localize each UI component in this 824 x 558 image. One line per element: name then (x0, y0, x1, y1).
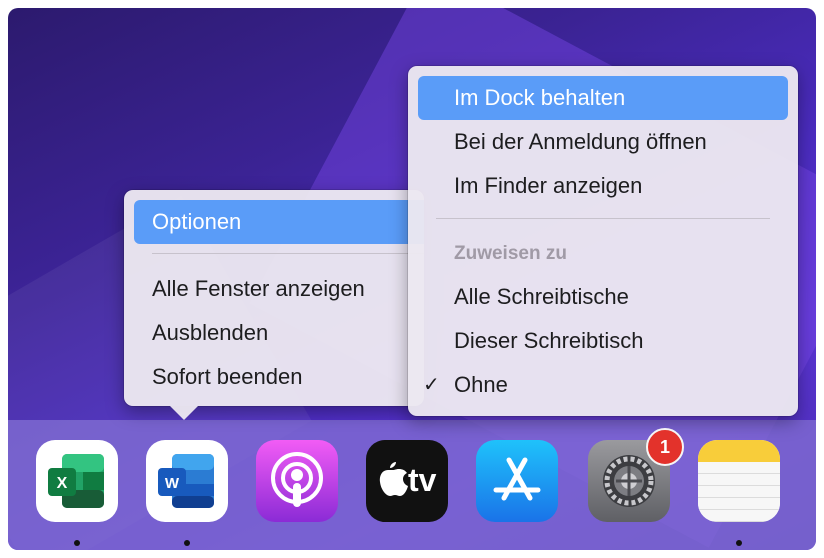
menu-separator (152, 253, 424, 254)
notes-icon[interactable] (698, 440, 780, 522)
excel-icon[interactable]: X (36, 440, 118, 522)
submenu-item-show-in-finder[interactable]: Im Finder anzeigen (408, 164, 798, 208)
podcasts-icon[interactable] (256, 440, 338, 522)
menu-pointer (170, 406, 198, 420)
running-indicator (74, 540, 80, 546)
menu-item-hide[interactable]: Ausblenden (124, 311, 424, 355)
options-submenu: Im Dock behalten Bei der Anmeldung öffne… (408, 66, 798, 416)
submenu-item-none-label: Ohne (454, 372, 508, 397)
running-indicator (736, 540, 742, 546)
svg-text:W: W (165, 475, 180, 492)
word-icon[interactable]: W (146, 440, 228, 522)
submenu-item-this-desktop[interactable]: Dieser Schreibtisch (408, 319, 798, 363)
menu-item-show-all-windows[interactable]: Alle Fenster anzeigen (124, 267, 424, 311)
menu-item-options[interactable]: Optionen (134, 200, 424, 244)
context-menu: Optionen Alle Fenster anzeigen Ausblende… (124, 190, 424, 406)
running-indicator (184, 540, 190, 546)
submenu-item-open-at-login[interactable]: Bei der Anmeldung öffnen (408, 120, 798, 164)
apple-tv-label: tv (408, 462, 437, 498)
submenu-header-assign: Zuweisen zu (454, 243, 567, 264)
submenu-item-all-desktops[interactable]: Alle Schreibtische (408, 275, 798, 319)
submenu-item-none[interactable]: ✓ Ohne (408, 363, 798, 407)
apple-tv-icon[interactable]: tv (366, 440, 448, 522)
svg-text:X: X (57, 475, 68, 492)
submenu-item-keep-in-dock[interactable]: Im Dock behalten (418, 76, 788, 120)
app-store-icon[interactable] (476, 440, 558, 522)
menu-item-force-quit[interactable]: Sofort beenden (124, 355, 424, 399)
menu-separator (436, 218, 770, 219)
checkmark-icon: ✓ (423, 374, 440, 396)
notification-badge: 1 (646, 428, 684, 466)
